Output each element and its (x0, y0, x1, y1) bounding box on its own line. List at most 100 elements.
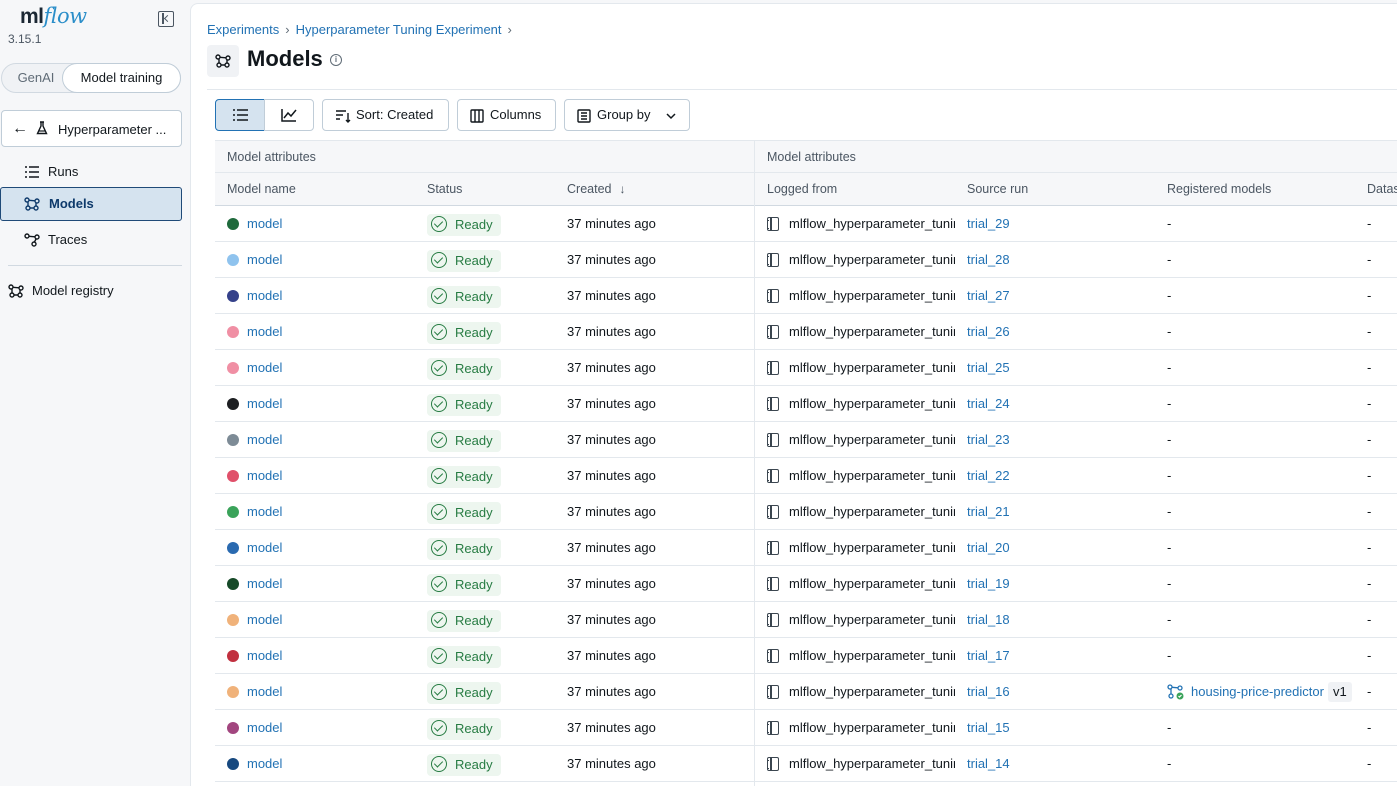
model-name-link[interactable]: model (247, 324, 282, 339)
column-header-model-name[interactable]: Model name (215, 173, 415, 206)
model-name-link[interactable]: model (247, 468, 282, 483)
list-view-button[interactable] (215, 99, 265, 131)
model-name-link[interactable]: model (247, 432, 282, 447)
table-row[interactable]: model Ready 37 minutes ago mlflow_hyperpara… (215, 746, 1397, 782)
logged-from-cell[interactable]: mlflow_hyperparameter_tuning (767, 530, 955, 565)
source-run-link[interactable]: trial_19 (967, 576, 1010, 591)
check-circle-icon (431, 756, 447, 773)
model-name-link[interactable]: model (247, 288, 282, 303)
model-name-link[interactable]: model (247, 756, 282, 771)
status-cell: Ready (427, 566, 557, 601)
model-name-link[interactable]: model (247, 360, 282, 375)
table-row[interactable]: model Ready 37 minutes ago mlflow_hyperpara… (215, 350, 1397, 386)
logged-from-cell[interactable]: mlflow_hyperparameter_tuning (767, 206, 955, 241)
dataset-cell: - (1367, 360, 1372, 375)
column-header-registered-models[interactable]: Registered models (1155, 173, 1355, 206)
sort-button[interactable]: Sort: Created (322, 99, 449, 131)
table-row[interactable]: model Ready 37 minutes ago mlflow_hyperpara… (215, 458, 1397, 494)
mlflow-logo[interactable]: mlflow (20, 4, 87, 29)
column-header-created[interactable]: Created ↓ (555, 173, 755, 206)
column-header-logged-from[interactable]: Logged from (755, 173, 955, 206)
column-header-status[interactable]: Status (415, 173, 555, 206)
source-run-link[interactable]: trial_28 (967, 252, 1010, 267)
table-row[interactable]: model Ready 37 minutes ago mlflow_hyperpara… (215, 314, 1397, 350)
source-run-link[interactable]: trial_25 (967, 360, 1010, 375)
mode-genai[interactable]: GenAI (16, 64, 56, 92)
table-row[interactable]: model Ready 37 minutes ago mlflow_hyperpara… (215, 566, 1397, 602)
logged-from-cell[interactable]: mlflow_hyperparameter_tuning (767, 566, 955, 601)
source-run-link[interactable]: trial_22 (967, 468, 1010, 483)
source-run-link[interactable]: trial_16 (967, 684, 1010, 699)
logged-from-cell[interactable]: mlflow_hyperparameter_tuning (767, 638, 955, 673)
model-name-link[interactable]: model (247, 720, 282, 735)
experiment-back-button[interactable]: ← Hyperparameter ... (1, 110, 182, 147)
sidebar-item-label: Models (49, 196, 94, 211)
registered-model-cell: - (1167, 540, 1172, 555)
table-row[interactable]: model Ready 37 minutes ago mlflow_hyperpara… (215, 422, 1397, 458)
source-run-link[interactable]: trial_15 (967, 720, 1010, 735)
table-row[interactable]: model Ready 37 minutes ago mlflow_hyperpara… (215, 278, 1397, 314)
table-row[interactable]: model Ready 37 minutes ago mlflow_hyperpara… (215, 602, 1397, 638)
status-badge: Ready (427, 573, 501, 596)
logged-from-cell[interactable]: mlflow_hyperparameter_tuning (767, 422, 955, 457)
created-cell: 37 minutes ago (567, 612, 656, 627)
sidebar-item-runs[interactable]: Runs (0, 155, 182, 189)
model-name-link[interactable]: model (247, 612, 282, 627)
logged-from-cell[interactable]: mlflow_hyperparameter_tuning (767, 710, 955, 745)
column-header-datasets[interactable]: Datas (1355, 173, 1397, 206)
source-run-link[interactable]: trial_27 (967, 288, 1010, 303)
breadcrumb-experiment[interactable]: Hyperparameter Tuning Experiment (296, 22, 502, 37)
status-label: Ready (455, 756, 493, 772)
source-run-link[interactable]: trial_17 (967, 648, 1010, 663)
logged-from-cell[interactable]: mlflow_hyperparameter_tuning (767, 278, 955, 313)
source-run-link[interactable]: trial_20 (967, 540, 1010, 555)
info-icon[interactable]: i (330, 54, 342, 66)
sidebar-item-model-registry[interactable]: Model registry (0, 278, 182, 304)
logged-from-cell[interactable]: mlflow_hyperparameter_tuning (767, 494, 955, 529)
source-run-link[interactable]: trial_21 (967, 504, 1010, 519)
mode-model-training[interactable]: Model training (62, 63, 181, 93)
source-run-link[interactable]: trial_18 (967, 612, 1010, 627)
group-by-button[interactable]: Group by (564, 99, 690, 131)
model-name-link[interactable]: model (247, 576, 282, 591)
sidebar-item-models[interactable]: Models (0, 187, 182, 221)
model-name-link[interactable]: model (247, 648, 282, 663)
table-row[interactable]: model Ready 37 minutes ago mlflow_hyperpara… (215, 530, 1397, 566)
model-version-tag[interactable]: v1 (1327, 682, 1352, 702)
breadcrumb-experiments[interactable]: Experiments (207, 22, 279, 37)
table-row[interactable]: model Ready 37 minutes ago mlflow_hyperpara… (215, 206, 1397, 242)
model-name-link[interactable]: model (247, 252, 282, 267)
table-row[interactable]: model Ready 37 minutes ago mlflow_hyperpara… (215, 710, 1397, 746)
model-name-link[interactable]: model (247, 684, 282, 699)
logged-from-cell[interactable]: mlflow_hyperparameter_tuning (767, 746, 955, 781)
source-run-link[interactable]: trial_24 (967, 396, 1010, 411)
logged-from-cell[interactable]: mlflow_hyperparameter_tuning (767, 602, 955, 637)
columns-button[interactable]: Columns (457, 99, 556, 131)
logged-from-cell[interactable]: mlflow_hyperparameter_tuning (767, 350, 955, 385)
source-run-link[interactable]: trial_26 (967, 324, 1010, 339)
chart-view-button[interactable] (264, 99, 314, 131)
model-name-link[interactable]: model (247, 504, 282, 519)
column-header-source-run[interactable]: Source run (955, 173, 1155, 206)
table-row[interactable]: model Ready 37 minutes ago mlflow_hyperpara… (215, 386, 1397, 422)
created-cell: 37 minutes ago (567, 324, 656, 339)
source-run-link[interactable]: trial_29 (967, 216, 1010, 231)
logged-from-cell[interactable]: mlflow_hyperparameter_tuning (767, 674, 955, 709)
model-name-link[interactable]: model (247, 396, 282, 411)
logged-from-cell[interactable]: mlflow_hyperparameter_tuning (767, 242, 955, 277)
table-row[interactable]: model Ready 37 minutes ago mlflow_hyperpara… (215, 494, 1397, 530)
sidebar-item-traces[interactable]: Traces (0, 223, 182, 257)
source-run-link[interactable]: trial_23 (967, 432, 1010, 447)
collapse-sidebar-icon[interactable] (158, 11, 174, 27)
table-row[interactable]: model Ready 37 minutes ago mlflow_hyperpara… (215, 674, 1397, 710)
registered-model-link[interactable]: housing-price-predictor (1191, 684, 1324, 699)
table-row[interactable]: model Ready 37 minutes ago mlflow_hyperpara… (215, 242, 1397, 278)
model-name-link[interactable]: model (247, 216, 282, 231)
logged-from-cell[interactable]: mlflow_hyperparameter_tuning (767, 314, 955, 349)
model-name-cell: model (227, 638, 417, 673)
table-row[interactable]: model Ready 37 minutes ago mlflow_hyperpara… (215, 638, 1397, 674)
source-run-link[interactable]: trial_14 (967, 756, 1010, 771)
model-name-link[interactable]: model (247, 540, 282, 555)
logged-from-cell[interactable]: mlflow_hyperparameter_tuning (767, 386, 955, 421)
logged-from-cell[interactable]: mlflow_hyperparameter_tuning (767, 458, 955, 493)
